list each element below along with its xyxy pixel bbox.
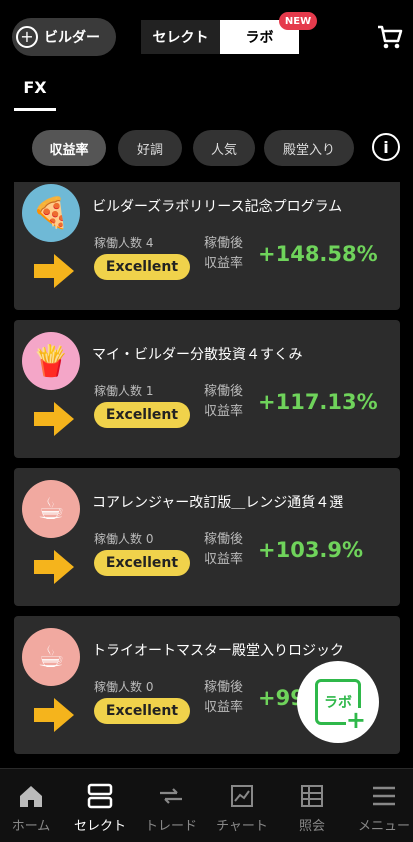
nav-chart[interactable]: チャート [207,769,277,842]
home-icon [20,786,42,807]
strategy-title: コアレンジャー改訂版＿レンジ通貨４選 [92,495,344,511]
bottom-nav: ホーム セレクト トレード チャート 照会 メニュー [0,768,413,842]
strategy-card[interactable]: ☕ コアレンジャー改訂版＿レンジ通貨４選 稼働人数 0 Excellent 稼働… [14,468,400,606]
operating-count: 稼働人数 0 [94,532,154,546]
nav-label: 照会 [298,819,325,834]
filter-chip-good[interactable]: 好調 [118,130,182,166]
mode-switch: セレクト ラボ [141,20,299,54]
nav-select[interactable]: セレクト [65,769,135,842]
strategy-title: トライオートマスター殿堂入りロジック [92,643,344,659]
operating-count: 稼働人数 4 [94,236,154,250]
arrow-right-icon [34,550,74,584]
coffee-avatar: ☕ [22,480,80,538]
lab-create-button[interactable]: ラボ + [297,661,379,743]
rating-badge: Excellent [94,402,190,428]
rate-label: 稼働後 収益率 [204,236,244,271]
arrow-right-icon [34,402,74,436]
fries-avatar: 🍟 [22,332,80,390]
top-bar: + ビルダー セレクト ラボ NEW [0,0,413,70]
builder-button[interactable]: + ビルダー [12,18,116,56]
info-icon[interactable]: i [372,133,400,161]
arrow-right-icon [34,698,74,732]
filter-chips: 収益率 好調 人気 殿堂入り [0,130,413,170]
rating-badge: Excellent [94,254,190,280]
operating-count: 稼働人数 0 [94,680,154,694]
builder-button-label: ビルダー [44,30,100,46]
new-badge: NEW [279,12,317,30]
nav-label: メニュー [357,819,410,834]
tab-select[interactable]: セレクト [141,20,220,54]
rating-badge: Excellent [94,550,190,576]
nav-inquiry[interactable]: 照会 [277,769,347,842]
arrow-right-icon [34,254,74,288]
rating-badge: Excellent [94,698,190,724]
rate-value: +103.9% [258,538,364,562]
rate-label: 稼働後 収益率 [204,680,244,715]
nav-home[interactable]: ホーム [0,769,66,842]
coffee-avatar: ☕ [22,628,80,686]
menu-icon [373,786,395,806]
strategy-card[interactable]: 🍕 ビルダーズラボリリース記念プログラム 稼働人数 4 Excellent 稼働… [14,182,400,310]
strategy-card[interactable]: 🍟 マイ・ビルダー分散投資４すくみ 稼働人数 1 Excellent 稼働後 収益… [14,320,400,458]
tab-fx-underline [14,108,56,111]
filter-chip-hall-of-fame[interactable]: 殿堂入り [264,130,354,166]
tab-fx[interactable]: FX [14,78,56,112]
nav-label: ホーム [11,819,51,834]
nav-label: セレクト [73,819,126,834]
rate-label: 稼働後 収益率 [204,384,244,419]
nav-trade[interactable]: トレード [136,769,206,842]
plus-icon: + [345,706,366,734]
inquiry-icon [301,785,323,807]
select-icon [87,783,113,809]
pizza-avatar: 🍕 [22,184,80,242]
rate-value: +148.58% [258,242,378,266]
chart-icon [231,785,253,807]
nav-menu[interactable]: メニュー [349,769,413,842]
nav-label: トレード [144,819,197,834]
strategy-title: ビルダーズラボリリース記念プログラム [92,199,343,215]
rate-value: +117.13% [258,390,378,414]
plus-circle-icon: + [16,26,38,48]
nav-label: チャート [216,819,268,834]
rate-label: 稼働後 収益率 [204,532,244,567]
trade-icon [160,788,182,804]
cart-icon[interactable] [376,24,404,50]
filter-chip-revenue[interactable]: 収益率 [32,130,106,166]
filter-chip-popular[interactable]: 人気 [193,130,255,166]
lab-add-icon: ラボ + [315,679,366,732]
operating-count: 稼働人数 1 [94,384,154,398]
strategy-title: マイ・ビルダー分散投資４すくみ [92,347,303,363]
